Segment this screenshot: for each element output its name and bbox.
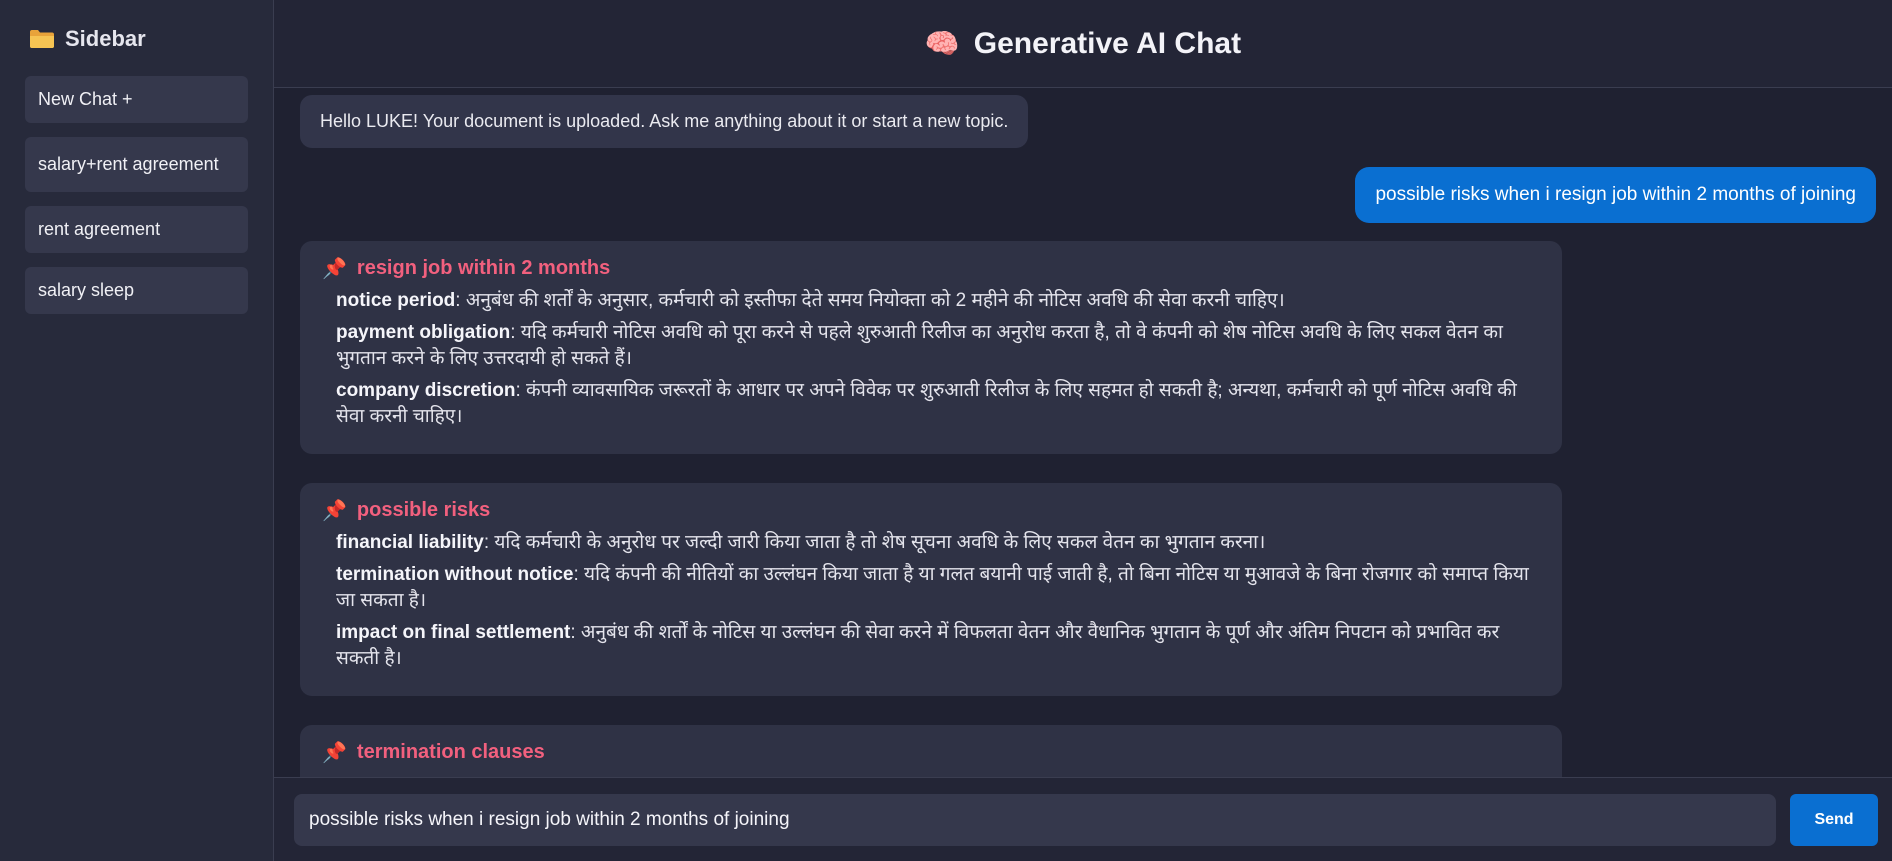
card-line: financial liability: यदि कर्मचारी के अनु…	[322, 530, 1538, 556]
pushpin-icon: 📌	[322, 257, 347, 280]
chat-area[interactable]: Hello LUKE! Your document is uploaded. A…	[274, 89, 1892, 777]
response-card: 📌 termination clauses	[300, 725, 1562, 777]
app-window: Sidebar New Chat + salary+rent agreement…	[0, 0, 1892, 861]
send-button[interactable]: Send	[1790, 793, 1878, 846]
card-line-text: : अनुबंध की शर्तों के अनुसार, कर्मचारी क…	[455, 290, 1285, 311]
card-heading-text: resign job within 2 months	[356, 257, 611, 279]
sidebar-item-salary-sleep[interactable]: salary sleep	[25, 267, 248, 314]
card-line: notice period: अनुबंध की शर्तों के अनुसा…	[322, 288, 1538, 314]
user-message: possible risks when i resign job within …	[1355, 167, 1876, 223]
sidebar-title: Sidebar	[65, 26, 146, 51]
sidebar-item-rent-agreement[interactable]: rent agreement	[25, 206, 248, 253]
folder-icon	[29, 29, 55, 49]
input-bar: Send	[274, 777, 1892, 861]
sidebar-item-salary-rent-agreement[interactable]: salary+rent agreement	[25, 137, 248, 192]
pushpin-icon: 📌	[322, 741, 347, 764]
chat-header: 🧠 Generative AI Chat	[274, 0, 1892, 88]
card-heading-text: termination clauses	[356, 741, 545, 763]
card-line-text: : यदि कर्मचारी के अनुरोध पर जल्दी जारी क…	[483, 532, 1266, 553]
card-line: company discretion: कंपनी व्यावसायिक जरू…	[322, 378, 1538, 430]
card-heading: 📌 resign job within 2 months	[322, 257, 1538, 280]
card-line-term: financial liability	[336, 532, 484, 553]
card-line-term: termination without notice	[336, 564, 574, 585]
card-line: termination without notice: यदि कंपनी की…	[322, 562, 1538, 614]
card-line: impact on final settlement: अनुबंध की शर…	[322, 620, 1538, 672]
response-card: 📌 possible risks financial liability: यद…	[300, 483, 1562, 696]
card-line-term: company discretion	[336, 380, 516, 401]
card-line: payment obligation: यदि कर्मचारी नोटिस अ…	[322, 320, 1538, 372]
card-line-text: : यदि कर्मचारी नोटिस अवधि को पूरा करने स…	[336, 322, 1503, 369]
user-message-row: possible risks when i resign job within …	[300, 167, 1876, 223]
page-title: Generative AI Chat	[973, 26, 1242, 60]
card-heading-text: possible risks	[356, 499, 491, 521]
new-chat-button[interactable]: New Chat +	[25, 76, 248, 123]
card-line-term: notice period	[336, 290, 456, 311]
card-heading: 📌 termination clauses	[322, 741, 1538, 764]
card-heading: 📌 possible risks	[322, 499, 1538, 522]
card-line-term: payment obligation	[336, 322, 511, 343]
message-input[interactable]	[294, 793, 1776, 846]
sidebar: Sidebar New Chat + salary+rent agreement…	[0, 0, 274, 861]
brain-icon: 🧠	[924, 27, 960, 59]
assistant-greeting-message: Hello LUKE! Your document is uploaded. A…	[300, 95, 1029, 148]
response-card: 📌 resign job within 2 months notice peri…	[300, 241, 1562, 454]
sidebar-header: Sidebar	[29, 26, 248, 52]
pushpin-icon: 📌	[322, 499, 347, 522]
main-panel: 🧠 Generative AI Chat Hello LUKE! Your do…	[274, 0, 1892, 861]
card-line-term: impact on final settlement	[336, 622, 571, 643]
